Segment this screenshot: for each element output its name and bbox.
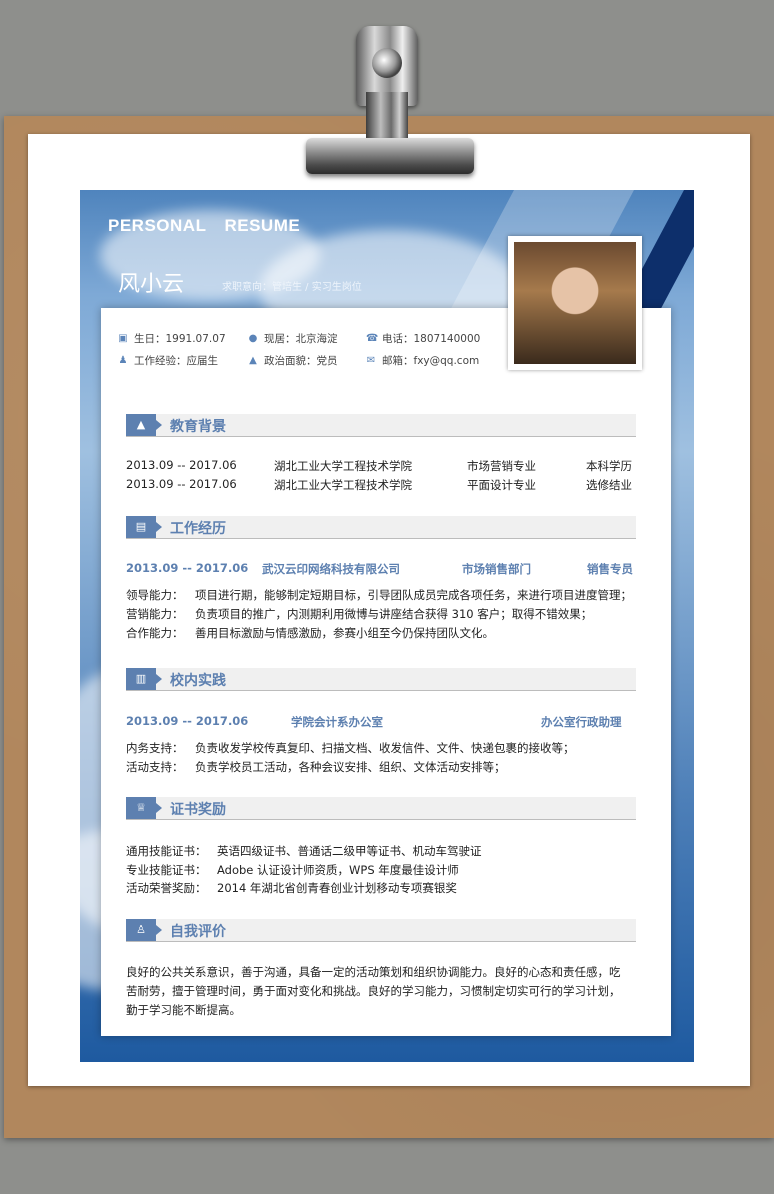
campus-line-1-label: 内务支持： <box>126 741 184 755</box>
binder-clip-ring <box>372 48 402 78</box>
award-line-1-label: 通用技能证书： <box>126 844 207 858</box>
edu-row-1-date: 2013.09 -- 2017.06 <box>126 458 237 472</box>
work-dept: 市场销售部门 <box>462 562 531 576</box>
info-birthday: ▣ 生日：1991.07.07 <box>118 331 226 346</box>
edu-row-1-degree: 本科学历 <box>586 459 632 473</box>
work-line-2-text: 负责项目的推广，内测期利用微博与讲座结合获得 310 客户；取得不错效果； <box>195 607 593 621</box>
flag-icon: ▲ <box>249 355 257 366</box>
info-experience: ♟ 工作经验：应届生 <box>118 353 218 368</box>
trophy-icon: ♕ <box>126 797 162 819</box>
campus-line-1-text: 负责收发学校传真复印、扫描文档、收发信件、文件、快递包裹的接收等； <box>195 741 575 755</box>
heading-resume: RESUME <box>224 216 301 235</box>
phone-icon: ☎ <box>366 333 379 344</box>
info-politics: ▲ 政治面貌：党员 <box>248 353 338 368</box>
award-line-3-text: 2014 年湖北省创青春创业计划移动专项赛银奖 <box>217 881 457 895</box>
location-icon: ● <box>248 333 258 344</box>
edu-row-1-major: 市场营销专业 <box>467 459 536 473</box>
award-line-2-text: Adobe 认证设计师资质，WPS 年度最佳设计师 <box>217 863 459 877</box>
user-icon: ♙ <box>126 919 162 941</box>
experience-text: 工作经验：应届生 <box>134 355 218 367</box>
binder-clip-base <box>306 138 474 174</box>
self-line-3: 勤于学习能不断提高。 <box>126 1003 241 1017</box>
info-phone: ☎ 电话：1807140000 <box>366 331 480 346</box>
section-work-header: ▤ 工作经历 <box>126 516 636 539</box>
work-line-2-label: 营销能力： <box>126 607 184 621</box>
edu-row-2-date: 2013.09 -- 2017.06 <box>126 477 237 491</box>
email-text: 邮箱：fxy@qq.com <box>382 355 480 367</box>
campus-org: 学院会计系办公室 <box>291 715 383 729</box>
campus-line-2-text: 负责学校员工活动，各种会议安排、组织、文体活动安排等； <box>195 760 506 774</box>
section-education-title: 教育背景 <box>170 419 226 435</box>
work-date: 2013.09 -- 2017.06 <box>126 561 249 575</box>
graduation-cap-icon: ▲ <box>126 414 162 436</box>
work-line-3-label: 合作能力： <box>126 626 184 640</box>
binder-clip-neck <box>366 92 408 144</box>
edu-row-2-major: 平面设计专业 <box>467 478 536 492</box>
person-icon: ♟ <box>118 355 128 366</box>
self-line-2: 苦耐劳，擅于管理时间，勇于面对变化和挑战。良好的学习能力，习惯制定切实可行的学习… <box>126 984 621 998</box>
book-icon: ▤ <box>126 516 162 538</box>
info-location: ● 现居：北京海淀 <box>248 331 338 346</box>
campus-role: 办公室行政助理 <box>541 715 622 729</box>
section-self-header: ♙ 自我评价 <box>126 919 636 942</box>
self-line-1: 良好的公共关系意识，善于沟通，具备一定的活动策划和组织协调能力。良好的心态和责任… <box>126 965 621 979</box>
profile-photo <box>508 236 642 370</box>
award-line-3-label: 活动荣誉奖励： <box>126 881 207 895</box>
politics-text: 政治面貌：党员 <box>264 355 338 367</box>
resume-heading: PERSONAL RESUME <box>108 216 318 236</box>
edu-row-1-school: 湖北工业大学工程技术学院 <box>274 459 412 473</box>
candidate-name: 风小云 <box>118 272 185 297</box>
info-email: ✉ 邮箱：fxy@qq.com <box>366 353 479 368</box>
section-education-header: ▲ 教育背景 <box>126 414 636 437</box>
portrait-image <box>514 242 636 364</box>
heading-personal: PERSONAL <box>108 216 207 235</box>
work-company: 武汉云印网络科技有限公司 <box>262 562 400 576</box>
award-line-1-text: 英语四级证书、普通话二级甲等证书、机动车驾驶证 <box>217 844 482 858</box>
edu-row-2-degree: 选修结业 <box>586 478 632 492</box>
chart-icon: ▥ <box>126 668 162 690</box>
birthday-text: 生日：1991.07.07 <box>134 333 226 345</box>
email-icon: ✉ <box>366 355 376 366</box>
section-campus-header: ▥ 校内实践 <box>126 668 636 691</box>
location-text: 现居：北京海淀 <box>264 333 338 345</box>
edu-row-2-school: 湖北工业大学工程技术学院 <box>274 478 412 492</box>
phone-text: 电话：1807140000 <box>382 333 481 345</box>
section-self-title: 自我评价 <box>170 924 226 940</box>
work-line-1-text: 项目进行期，能够制定短期目标，引导团队成员完成各项任务，来进行项目进度管理； <box>195 588 632 602</box>
section-awards-title: 证书奖励 <box>170 802 226 818</box>
campus-line-2-label: 活动支持： <box>126 760 184 774</box>
work-line-3-text: 善用目标激励与情感激励，参赛小组至今仍保持团队文化。 <box>195 626 494 640</box>
campus-date: 2013.09 -- 2017.06 <box>126 714 249 728</box>
calendar-icon: ▣ <box>118 333 128 344</box>
section-awards-header: ♕ 证书奖励 <box>126 797 636 820</box>
section-work-title: 工作经历 <box>170 521 226 537</box>
section-campus-title: 校内实践 <box>170 673 226 689</box>
job-intent: 求职意向：管培生 / 实习生岗位 <box>222 282 362 293</box>
work-role: 销售专员 <box>587 562 633 576</box>
award-line-2-label: 专业技能证书： <box>126 863 207 877</box>
work-line-1-label: 领导能力： <box>126 588 184 602</box>
